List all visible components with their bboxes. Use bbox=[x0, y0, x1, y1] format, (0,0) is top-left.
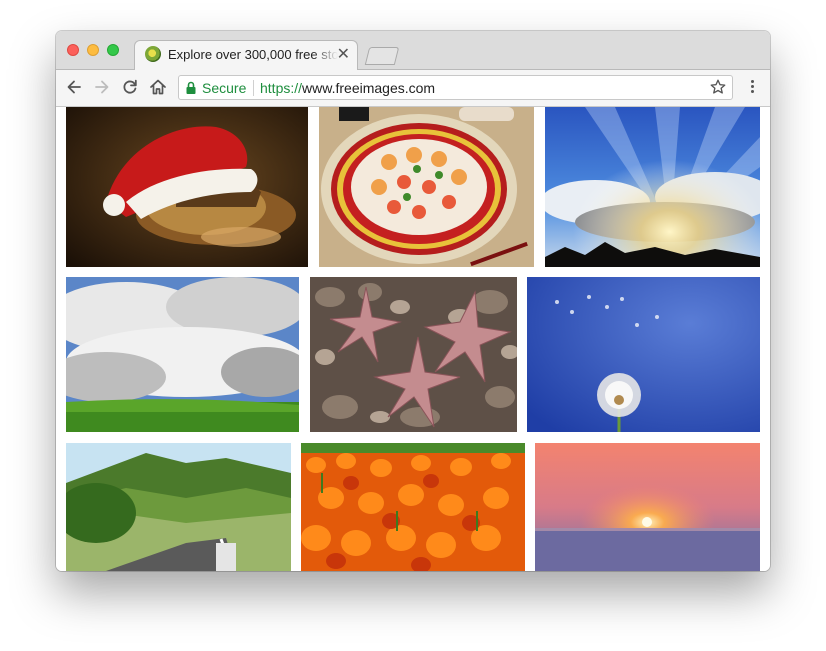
photo-clouds-over-green-field[interactable] bbox=[66, 277, 299, 432]
url-text[interactable]: https://www.freeimages.com bbox=[260, 80, 435, 96]
photo-sunset-over-sea[interactable] bbox=[535, 443, 760, 571]
browser-toolbar: Secure https://www.freeimages.com bbox=[56, 70, 770, 107]
secure-label: Secure bbox=[202, 80, 247, 96]
tab-close-icon[interactable]: ✕ bbox=[337, 44, 350, 64]
close-window-button[interactable] bbox=[67, 44, 79, 56]
photo-sushi-platter[interactable] bbox=[319, 107, 534, 267]
forward-button[interactable] bbox=[92, 77, 112, 97]
sun-rays-image bbox=[545, 107, 760, 267]
freeimages-favicon-icon bbox=[145, 46, 161, 62]
tulip-field-image bbox=[301, 443, 525, 571]
page-content bbox=[56, 107, 770, 571]
lock-icon bbox=[186, 81, 196, 94]
starfish-image bbox=[310, 277, 517, 432]
reload-icon bbox=[123, 79, 137, 94]
clouds-field-image bbox=[66, 277, 299, 432]
dandelion-image bbox=[527, 277, 760, 432]
browser-window: Explore over 300,000 free stock photos ✕ bbox=[56, 31, 770, 571]
address-bar[interactable]: Secure https://www.freeimages.com bbox=[178, 75, 733, 100]
sunset-image bbox=[535, 443, 760, 571]
arrow-right-icon bbox=[95, 80, 109, 94]
photo-sun-rays-through-clouds[interactable] bbox=[545, 107, 760, 267]
photo-starfish-on-pebbles[interactable] bbox=[310, 277, 517, 432]
omnibox-divider bbox=[253, 80, 254, 96]
mountain-road-image bbox=[66, 443, 291, 571]
url-host: www.freeimages.com bbox=[302, 80, 436, 96]
photo-orange-tulip-field[interactable] bbox=[301, 443, 525, 571]
url-scheme: https:// bbox=[260, 80, 303, 96]
home-icon bbox=[150, 79, 166, 95]
new-tab-button[interactable] bbox=[364, 47, 400, 65]
star-icon[interactable] bbox=[709, 78, 727, 96]
tab-title: Explore over 300,000 free stock photos bbox=[168, 47, 338, 62]
reload-button[interactable] bbox=[120, 77, 140, 97]
sushi-platter-image bbox=[319, 107, 534, 267]
back-button[interactable] bbox=[64, 77, 84, 97]
minimize-window-button[interactable] bbox=[87, 44, 99, 56]
home-button[interactable] bbox=[148, 77, 168, 97]
browser-tab[interactable]: Explore over 300,000 free stock photos ✕ bbox=[134, 40, 358, 70]
title-bar: Explore over 300,000 free stock photos ✕ bbox=[56, 31, 770, 70]
vertical-dots-icon[interactable] bbox=[746, 78, 758, 98]
photo-mountain-road[interactable] bbox=[66, 443, 291, 571]
dog-in-santa-hat-image bbox=[66, 107, 308, 267]
photo-dandelion-blue-sky[interactable] bbox=[527, 277, 760, 432]
arrow-left-icon bbox=[67, 80, 81, 94]
photo-dog-in-santa-hat[interactable] bbox=[66, 107, 308, 267]
zoom-window-button[interactable] bbox=[107, 44, 119, 56]
